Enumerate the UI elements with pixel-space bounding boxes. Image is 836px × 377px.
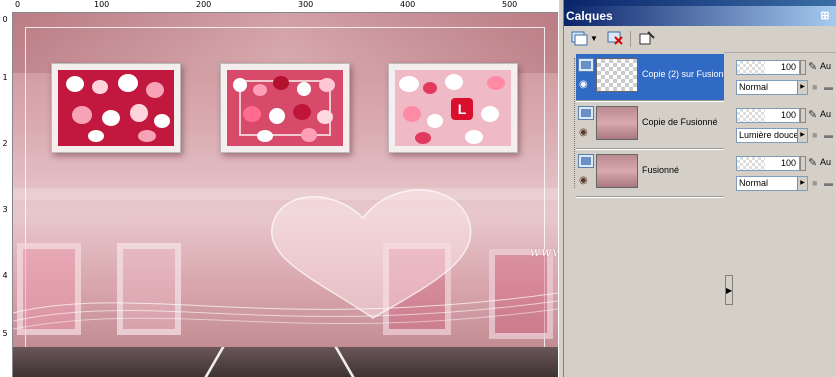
link-icon[interactable]: ▬: [824, 128, 834, 142]
chevron-right-icon: ▶: [797, 177, 807, 190]
layer-name: Copie de Fusionné: [642, 117, 718, 127]
link-icon[interactable]: ▬: [824, 80, 834, 94]
swoosh-lines: [13, 292, 558, 330]
ruler-label: 400: [400, 0, 416, 9]
chevron-right-icon: ▶: [797, 129, 807, 142]
lock-icon[interactable]: ■: [812, 80, 822, 94]
palette-title-bar[interactable]: Calques ⊞: [564, 6, 836, 26]
au-label: Au: [820, 157, 832, 167]
layers-toolbar: ▼: [564, 26, 836, 53]
blend-mode-select[interactable]: Normal ▶: [736, 80, 808, 95]
ruler-label: 3: [2, 205, 8, 214]
raster-layer-icon: [578, 154, 594, 168]
layer-row-copie-de-fusionne[interactable]: ◉ Copie de Fusionné: [576, 102, 724, 148]
au-label: Au: [820, 109, 832, 119]
ruler-label: 300: [298, 0, 314, 9]
layer-props-2: 100 ✎ Au Lumière douce ▶ ■ ▬: [732, 104, 836, 150]
chevron-down-icon[interactable]: ▼: [590, 30, 598, 48]
heart-picture-frame: [220, 63, 350, 153]
layer-props-3: 100 ✎ Au Normal ▶ ■ ▬: [732, 152, 836, 198]
eye-icon[interactable]: ◉: [579, 80, 593, 90]
raster-layer-icon: [578, 58, 594, 72]
layer-list: ◉ Copie (2) sur Fusionné ◉ Copie de Fusi…: [564, 52, 724, 377]
layer-thumbnail: [596, 106, 638, 140]
ruler-label: 5: [2, 329, 8, 338]
palette-title: Calques: [566, 9, 613, 23]
opacity-field[interactable]: 100: [736, 60, 800, 75]
layer-props-1: 100 ✎ Au Normal ▶ ■ ▬: [732, 56, 836, 102]
ruler-label: 100: [94, 0, 110, 9]
ruler-label: 2: [2, 139, 8, 148]
mask-icon[interactable]: [636, 30, 658, 48]
edit-icon[interactable]: ✎: [808, 59, 820, 75]
ruler-label: 0: [2, 15, 8, 24]
opacity-spinner[interactable]: [800, 60, 806, 75]
heart-picture-frame: L: [388, 63, 518, 153]
blend-mode-select[interactable]: Lumière douce ▶: [736, 128, 808, 143]
layer-thumbnail: [596, 58, 638, 92]
opacity-spinner[interactable]: [800, 108, 806, 123]
horizontal-ruler: 0 100 200 300 400 500: [0, 0, 558, 13]
layer-name: Fusionné: [642, 165, 680, 175]
heart-picture-frame: [51, 63, 181, 153]
au-label: Au: [820, 61, 832, 71]
layers-palette: Calques ⊞ ▼ ◉ Copie (2) sur Fusionné ◉ C: [564, 0, 836, 377]
raster-layer-icon: [578, 106, 594, 120]
ruler-label: 4: [2, 271, 8, 280]
layer-thumbnail: [596, 154, 638, 188]
layer-name: Copie (2) sur Fusionné: [642, 69, 724, 79]
pin-icon[interactable]: ⊞: [818, 9, 832, 23]
lock-icon[interactable]: ■: [812, 128, 822, 142]
palette-splitter-grip[interactable]: ▶: [725, 275, 733, 305]
blend-mode-select[interactable]: Normal ▶: [736, 176, 808, 191]
ruler-label: 1: [2, 73, 8, 82]
lock-icon[interactable]: ■: [812, 176, 822, 190]
vertical-ruler: 0 1 2 3 4 5: [0, 12, 13, 377]
eye-icon[interactable]: ◉: [579, 128, 593, 138]
opacity-field[interactable]: 100: [736, 156, 800, 171]
opacity-field[interactable]: 100: [736, 108, 800, 123]
layer-properties: 100 ✎ Au Normal ▶ ■ ▬ 100 ✎ Au Lumière do…: [732, 52, 836, 377]
edit-icon[interactable]: ✎: [808, 107, 820, 123]
ruler-label: 200: [196, 0, 212, 9]
layer-row-fusionne[interactable]: ◉ Fusionné: [576, 150, 724, 196]
chevron-right-icon: ▶: [797, 81, 807, 94]
image-canvas[interactable]: L: [13, 13, 558, 377]
delete-layer-icon[interactable]: [604, 30, 626, 48]
ruler-label: 0: [15, 0, 21, 9]
link-icon[interactable]: ▬: [824, 176, 834, 190]
eye-icon[interactable]: ◉: [579, 176, 593, 186]
new-layer-icon[interactable]: [568, 30, 590, 48]
layer-row-copie-2[interactable]: ◉ Copie (2) sur Fusionné: [576, 54, 724, 100]
edit-icon[interactable]: ✎: [808, 155, 820, 171]
opacity-spinner[interactable]: [800, 156, 806, 171]
ruler-label: 500: [502, 0, 518, 9]
road-strip: [13, 347, 558, 377]
